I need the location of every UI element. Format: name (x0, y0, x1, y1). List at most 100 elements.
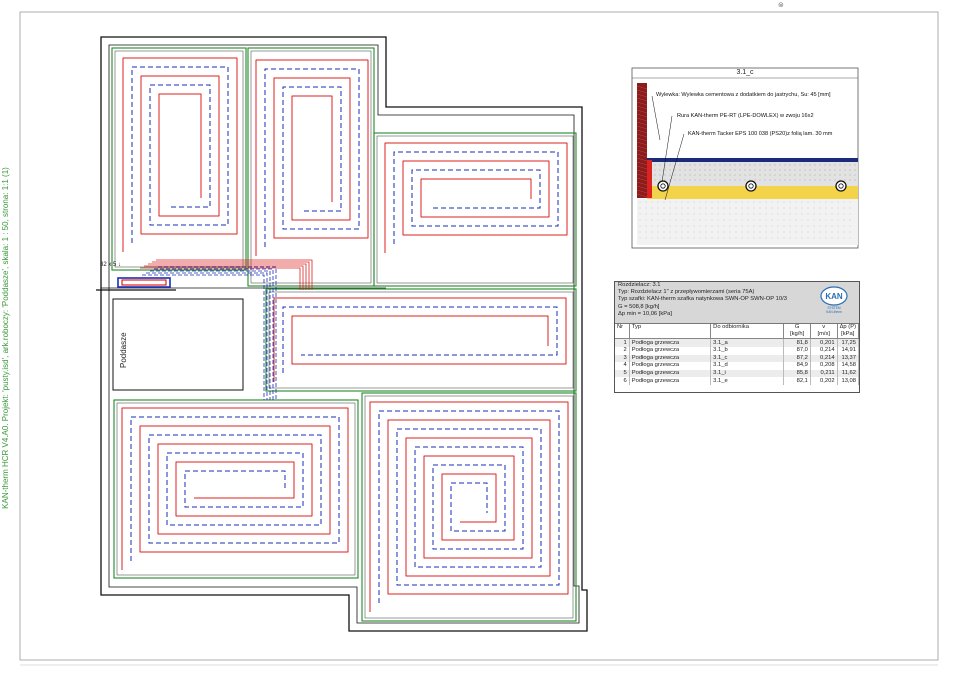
slab-dot (807, 231, 809, 233)
slab-dot (741, 219, 743, 221)
screed-dot (824, 164, 826, 166)
slab-dot (807, 201, 809, 203)
slab-dot (711, 213, 713, 215)
screed-dot (704, 179, 706, 181)
zone-outline (247, 47, 375, 287)
pipe-core (660, 183, 666, 189)
kan-logo-icon: KAN SYSTEM KAN-therm (820, 286, 848, 314)
screed-dot (744, 169, 746, 171)
slab-dot (837, 225, 839, 227)
slab-dot (729, 237, 731, 239)
slab-dot (657, 219, 659, 221)
screed-dot (764, 179, 766, 181)
slab-dot (747, 231, 749, 233)
slab-dot (645, 207, 647, 209)
slab-dot (663, 213, 665, 215)
col-typ: Typ (629, 324, 712, 340)
screed-dot (669, 174, 671, 176)
slab-dot (735, 213, 737, 215)
supply-pipe (273, 297, 567, 382)
zone-inner (114, 50, 244, 268)
screed-dot (774, 169, 776, 171)
screed-dot (724, 164, 726, 166)
screed-dot (734, 164, 736, 166)
slab-dot (789, 237, 791, 239)
zone-inner (376, 135, 574, 284)
screed-dot (754, 164, 756, 166)
screed-dot (724, 174, 726, 176)
slab-dot (771, 213, 773, 215)
screed-dot (699, 179, 701, 181)
sheet-footer-text: KAN-therm HCR V4.A0. Projekt: 'pusty.isd… (1, 167, 10, 509)
slab-dot (741, 225, 743, 227)
slab-dot (645, 231, 647, 233)
table-cell: 5 (615, 369, 630, 378)
screed-dot (739, 179, 741, 181)
slab-dot (651, 237, 653, 239)
slab-dot (837, 231, 839, 233)
slab-dot (705, 225, 707, 227)
slab-dot (705, 237, 707, 239)
screed-dot (659, 164, 661, 166)
slab-dot (693, 219, 695, 221)
screed-dot (774, 164, 776, 166)
col-odbiornik: Do odbiornika (710, 324, 785, 340)
screed-dot (764, 164, 766, 166)
slab-dot (681, 237, 683, 239)
slab-dot (669, 213, 671, 215)
slab-dot (801, 201, 803, 203)
slab-dot (723, 231, 725, 233)
screed-dot (789, 164, 791, 166)
slab-dot (759, 213, 761, 215)
screed-dot (704, 169, 706, 171)
slab-dot (693, 231, 695, 233)
slab-dot (657, 237, 659, 239)
screed-dot (759, 174, 761, 176)
screed-dot (839, 169, 841, 171)
table-cell: 87,2 (783, 354, 811, 363)
table-cell: 14,58 (837, 362, 860, 370)
screed-dot (664, 174, 666, 176)
foil-layer (647, 158, 858, 162)
room-label: Poddasze (119, 332, 128, 368)
table-cell: 2 (615, 347, 630, 355)
slab-dot (639, 201, 641, 203)
slab-dot (747, 237, 749, 239)
slab-dot (699, 201, 701, 203)
slab-dot (753, 231, 755, 233)
slab-dot (699, 219, 701, 221)
slab-dot (699, 237, 701, 239)
table-cell: Podłoga grzewcza (629, 369, 712, 378)
slab-dot (801, 219, 803, 221)
slab-dot (651, 201, 653, 203)
table-cell: 17,25 (837, 338, 860, 347)
table-cell: 3.1_a (710, 338, 785, 347)
slab-dot (741, 237, 743, 239)
slab-dot (819, 231, 821, 233)
screed-dot (654, 164, 656, 166)
screed-dot (739, 164, 741, 166)
table-cell: 3.1_i (710, 369, 785, 378)
slab-dot (741, 231, 743, 233)
screed-dot (709, 164, 711, 166)
slab-dot (807, 237, 809, 239)
slab-dot (723, 207, 725, 209)
slab-dot (723, 219, 725, 221)
screed-dot (659, 174, 661, 176)
slab-dot (735, 231, 737, 233)
slab-dot (681, 213, 683, 215)
screed-dot (754, 169, 756, 171)
slab-dot (783, 231, 785, 233)
slab-dot (759, 207, 761, 209)
screed-dot (784, 179, 786, 181)
screed-dot (704, 174, 706, 176)
slab-dot (849, 237, 851, 239)
screed-dot (834, 179, 836, 181)
screed-dot (679, 174, 681, 176)
screed-dot (804, 169, 806, 171)
slab-dot (693, 207, 695, 209)
screed-dot (744, 174, 746, 176)
slab-dot (831, 213, 833, 215)
screed-dot (849, 169, 851, 171)
slab-dot (831, 237, 833, 239)
